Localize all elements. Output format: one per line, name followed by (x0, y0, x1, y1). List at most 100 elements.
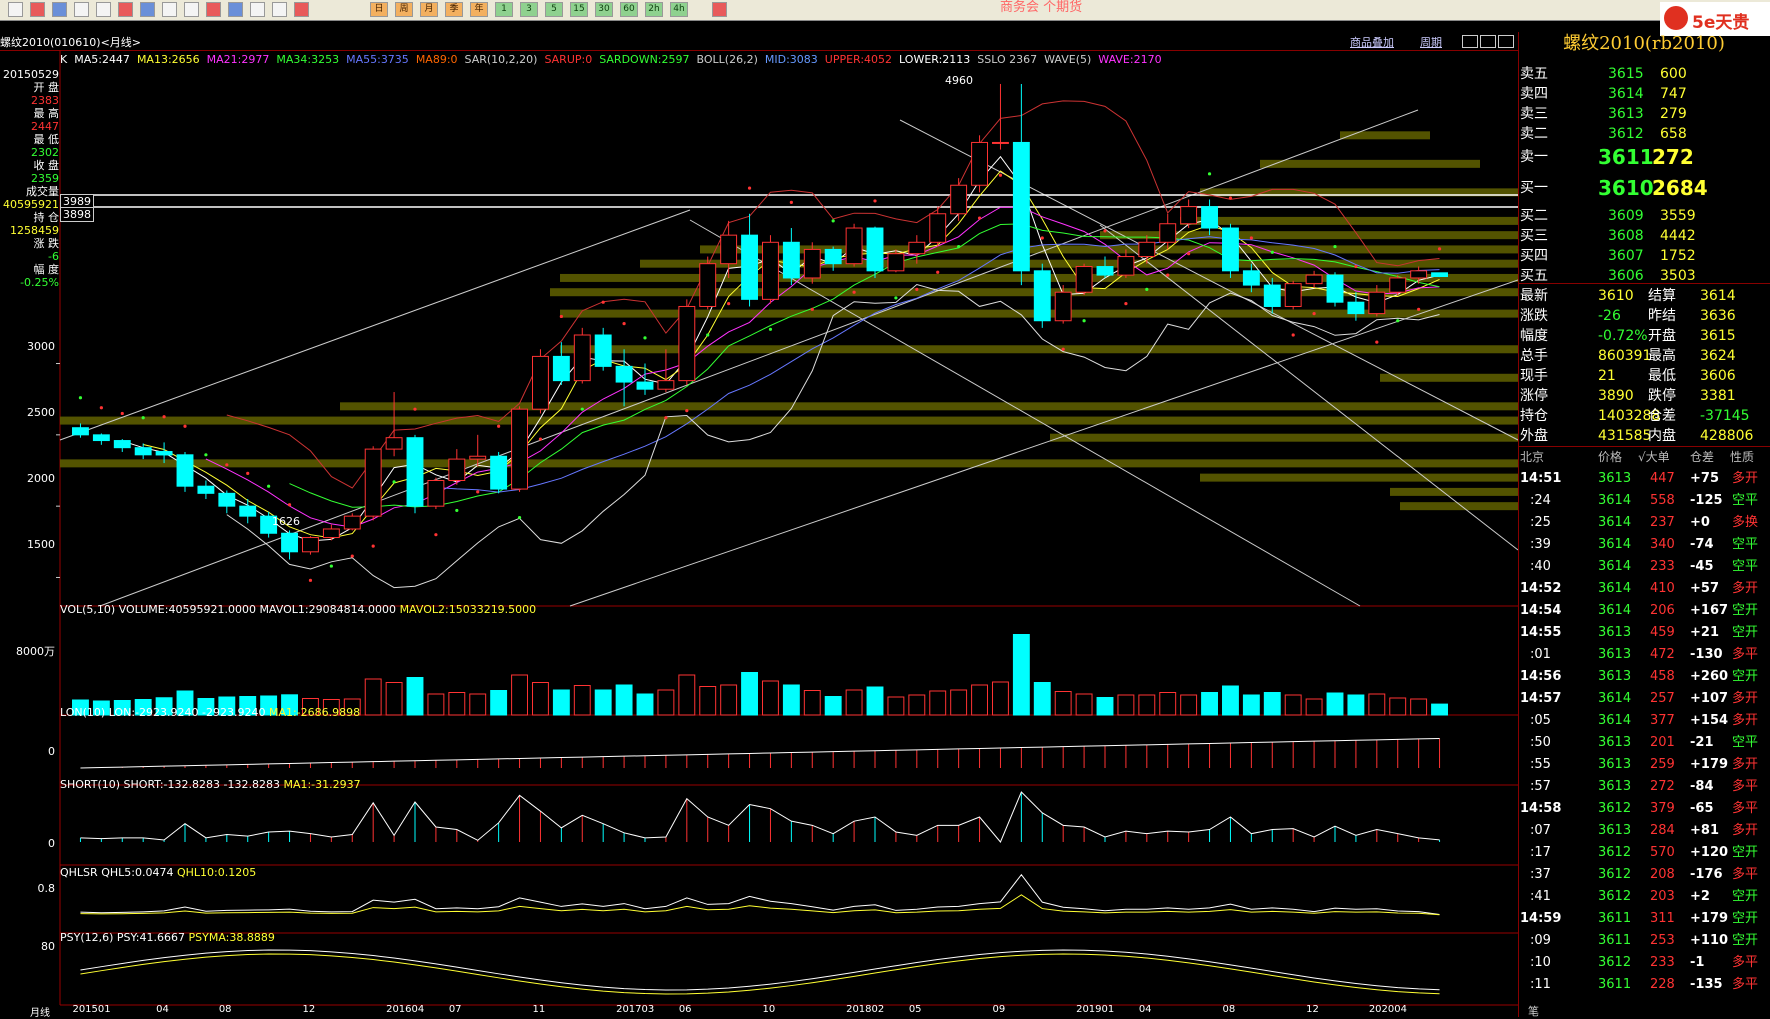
tick-header-2: √大单 (1638, 450, 1670, 464)
volume-bar-56 (1242, 694, 1260, 716)
zoom-icon[interactable] (1480, 35, 1496, 48)
period-button-5[interactable]: 1 (495, 2, 513, 17)
sar-dot-25 (601, 300, 605, 304)
volume-profile-bar-17 (1390, 487, 1518, 496)
candle-body-39 (887, 253, 905, 272)
volume-bar-48 (1075, 693, 1093, 716)
period-button-6[interactable]: 3 (520, 2, 538, 17)
select-icon[interactable] (228, 2, 243, 17)
stat-label-b-5: 跌停 (1648, 388, 1676, 404)
period-button-1[interactable]: 周 (395, 2, 413, 17)
short-line (80, 791, 1440, 843)
tick-icon[interactable] (294, 2, 309, 17)
low-annotation: 1626 (272, 515, 300, 528)
tick-nature-18: 多平 (1732, 867, 1759, 882)
candle-body-6 (197, 485, 215, 494)
sar-dot-16 (413, 407, 417, 411)
sar-dot-24 (580, 407, 584, 411)
sar-dot-62 (1375, 340, 1379, 344)
tick-volume-0: 447 (1650, 471, 1675, 486)
tick-row-7: 14:55 3613 459 +21 空开 (1520, 622, 1768, 644)
stat-label-a-7: 外盘 (1520, 428, 1548, 444)
candle-body-32 (741, 234, 758, 300)
psyma-line (80, 953, 1440, 995)
refresh-icon[interactable] (74, 2, 89, 17)
window-icon[interactable] (140, 2, 155, 17)
time-tick-0: 201501 (72, 1004, 111, 1015)
settings-icon[interactable] (712, 2, 727, 17)
line-chart-icon[interactable] (272, 2, 287, 17)
period-tab[interactable]: 周期 (1420, 34, 1442, 50)
tick-nature-8: 多平 (1732, 647, 1759, 662)
candle-body-23 (552, 355, 570, 382)
candle-body-64 (1410, 270, 1428, 279)
bid-volume-1: 3559 (1660, 208, 1696, 224)
candle-body-19 (469, 455, 487, 460)
sar-dot-50 (1124, 302, 1128, 306)
sar-dot-41 (936, 270, 940, 274)
volume-bar-54 (1201, 692, 1218, 716)
period-button-0[interactable]: 日 (370, 2, 388, 17)
period-button-4[interactable]: 年 (470, 2, 488, 17)
stat-label-b-1: 昨结 (1648, 308, 1676, 324)
sar-dot-35 (810, 307, 814, 311)
candle-body-57 (1263, 284, 1281, 307)
bid-price-2: 3608 (1608, 228, 1644, 244)
short-label: SHORT(10) SHORT:-132.8283 (60, 778, 220, 791)
time-tick-10: 201802 (846, 1004, 885, 1015)
time-axis: 月线 201501 04 08 12 201604 07 11 201703 06 10 20180… (0, 1004, 1518, 1019)
sar-dot-49 (1103, 229, 1107, 233)
zoom-out-icon[interactable] (118, 2, 133, 17)
tick-volume-14: 272 (1650, 779, 1675, 794)
home-icon[interactable] (8, 2, 23, 17)
candle-body-20 (490, 455, 508, 490)
period-button-11[interactable]: 2h (645, 2, 663, 17)
period-button-7[interactable]: 5 (545, 2, 563, 17)
tick-oi-change-7: +21 (1690, 625, 1719, 640)
sar-dot-57 (1270, 250, 1274, 254)
fullscreen-icon[interactable] (1498, 35, 1514, 48)
volume-bar-52 (1159, 692, 1177, 716)
period-button-9[interactable]: 30 (595, 2, 613, 17)
short-ma-label: MA1:-31.2937 (283, 778, 361, 791)
tick-oi-change-8: -130 (1690, 647, 1723, 662)
stat-row-5: 涨停 3890 跌停 3381 (1520, 386, 1768, 406)
overlay-commodity-tab[interactable]: 商品叠加 (1350, 34, 1394, 50)
analysis-icon[interactable] (52, 2, 67, 17)
period-button-2[interactable]: 月 (420, 2, 438, 17)
tick-time-4: :40 (1530, 559, 1551, 574)
filter-icon[interactable] (206, 2, 221, 17)
sar-dot-4 (162, 415, 166, 419)
brand-logo[interactable]: 5e天贵 (1660, 2, 1770, 36)
logo-circle-icon (1664, 6, 1688, 30)
stat-value-a-2: -0.72% (1598, 328, 1648, 344)
short-panel-label: SHORT(10) SHORT:-132.8283 -132.8283 MA1:… (60, 778, 361, 791)
trend-line-0 (99, 109, 1419, 607)
candle-body-50 (1117, 256, 1135, 276)
ask-price-4: 3611 (1598, 145, 1654, 169)
sar-dot-51 (1145, 287, 1149, 291)
period-button-8[interactable]: 15 (570, 2, 588, 17)
stat-value-b-5: 3381 (1700, 388, 1736, 404)
period-button-3[interactable]: 季 (445, 2, 463, 17)
volume-bar-45 (1012, 634, 1030, 716)
layout-icon[interactable] (1462, 35, 1478, 48)
period-button-12[interactable]: 4h (670, 2, 688, 17)
draw-icon[interactable] (162, 2, 177, 17)
zoom-in-icon[interactable] (96, 2, 111, 17)
list-icon[interactable] (250, 2, 265, 17)
tick-nature-12: 空平 (1732, 735, 1759, 750)
volume-bar-15 (385, 682, 403, 716)
quote-icon[interactable] (30, 2, 45, 17)
indicator-icon[interactable] (184, 2, 199, 17)
price-axis-2000: 2000 (27, 472, 55, 485)
volume-bar-37 (845, 689, 863, 716)
volume-bar-17 (427, 693, 445, 716)
period-button-10[interactable]: 60 (620, 2, 638, 17)
tick-oi-change-11: +154 (1690, 713, 1729, 728)
tick-volume-7: 459 (1650, 625, 1675, 640)
stat-value-b-2: 3615 (1700, 328, 1736, 344)
time-tick-4: 201604 (386, 1004, 425, 1015)
candle-body-13 (343, 515, 361, 530)
volume-bar-35 (803, 690, 821, 716)
